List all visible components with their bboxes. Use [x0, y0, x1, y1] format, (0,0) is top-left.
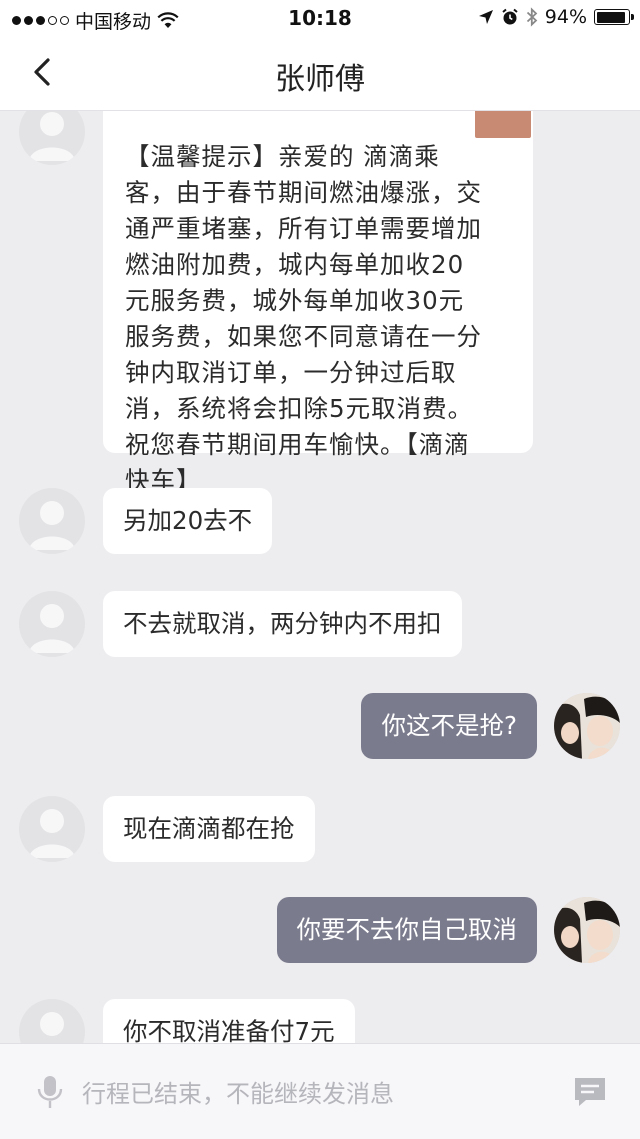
message-text: 不去就取消，两分钟内不用扣: [123, 609, 442, 638]
default-avatar-icon: [29, 604, 75, 653]
user-avatar[interactable]: [554, 897, 620, 963]
default-avatar-icon: [29, 112, 75, 161]
input-bar: 行程已结束，不能继续发消息: [0, 1043, 640, 1139]
microphone-icon[interactable]: [34, 1074, 66, 1110]
message-text: 你要不去你自己取消: [296, 915, 518, 944]
message-bubble[interactable]: 【温馨提示】亲爱的 滴滴乘 客，由于春节期间燃油爆涨，交 通严重堵塞，所有订单需…: [103, 111, 533, 495]
battery-icon: [594, 9, 634, 25]
bluetooth-icon: [526, 7, 538, 27]
user-photo-icon: [554, 897, 620, 963]
navigation-bar: 张师傅: [0, 36, 640, 111]
message-text: 另加20去不: [123, 506, 253, 535]
user-photo-icon: [554, 693, 620, 759]
message-text: 你不取消准备付7元: [123, 1017, 335, 1043]
message-bubble[interactable]: 你不取消准备付7元: [103, 999, 355, 1043]
avatar[interactable]: [19, 796, 85, 862]
location-arrow-icon: [478, 10, 493, 24]
message-bubble[interactable]: 你这不是抢?: [361, 693, 537, 759]
input-placeholder[interactable]: 行程已结束，不能继续发消息: [82, 1074, 394, 1109]
message-bubble[interactable]: 现在滴滴都在抢: [103, 796, 315, 862]
message-icon[interactable]: [572, 1074, 608, 1110]
chat-title: 张师傅: [275, 62, 365, 97]
user-avatar[interactable]: [554, 693, 620, 759]
message-bubble[interactable]: 你要不去你自己取消: [276, 897, 537, 963]
message-list[interactable]: 【温馨提示】亲爱的 滴滴乘 客，由于春节期间燃油爆涨，交 通严重堵塞，所有订单需…: [0, 111, 640, 1043]
status-right: 94%: [478, 6, 634, 28]
redaction-block: [475, 111, 531, 138]
avatar[interactable]: [19, 488, 85, 554]
battery-fill: [596, 11, 625, 23]
message-text: 你这不是抢?: [381, 711, 517, 740]
avatar[interactable]: [19, 111, 85, 165]
default-avatar-icon: [40, 1012, 64, 1036]
battery-percent: 94%: [544, 6, 587, 28]
default-avatar-icon: [29, 809, 75, 858]
message-bubble[interactable]: 另加20去不: [103, 488, 273, 554]
avatar[interactable]: [19, 591, 85, 657]
message-text: 【温馨提示】亲爱的 滴滴乘 客，由于春节期间燃油爆涨，交 通严重堵塞，所有订单需…: [125, 142, 482, 495]
message-bubble[interactable]: 不去就取消，两分钟内不用扣: [103, 591, 462, 657]
message-text: 现在滴滴都在抢: [123, 814, 295, 843]
default-avatar-icon: [29, 501, 75, 550]
status-bar: 中国移动 10:18 94%: [0, 0, 640, 36]
alarm-clock-icon: [502, 8, 518, 25]
avatar[interactable]: [19, 999, 85, 1043]
